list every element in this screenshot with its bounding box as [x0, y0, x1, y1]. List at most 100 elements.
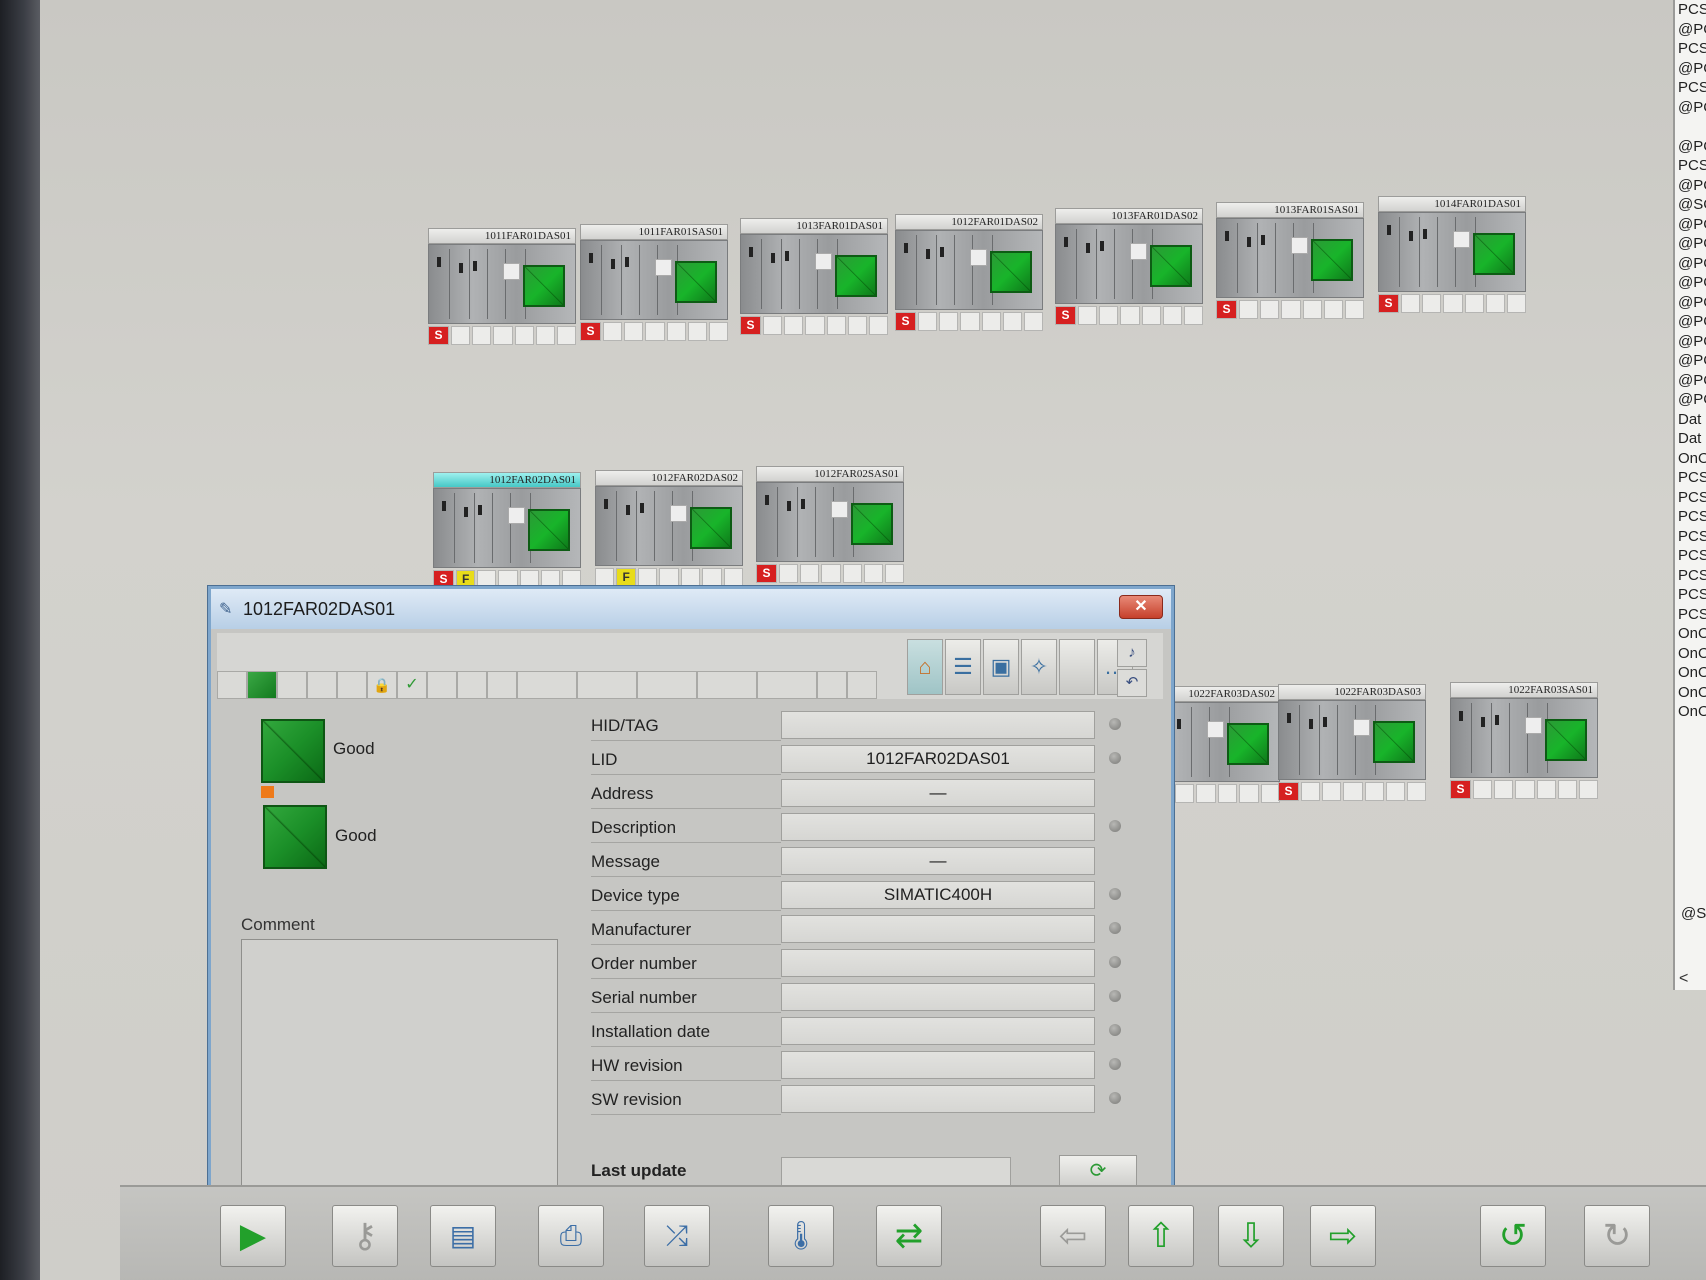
- status-cell: [939, 312, 959, 331]
- message-line: @PC: [1678, 215, 1706, 233]
- device-tile[interactable]: 1013FAR01DAS02 S: [1055, 208, 1203, 326]
- status-cell: [868, 316, 888, 335]
- property-row: LID 1012FAR02DAS01: [591, 741, 1151, 775]
- tile-status-row: S: [1216, 298, 1364, 320]
- message-line: OnO: [1678, 449, 1706, 467]
- status-good-icon: [247, 671, 277, 699]
- arrow-up-icon[interactable]: ⇧: [1128, 1205, 1194, 1267]
- property-row: Message —: [591, 843, 1151, 877]
- message-line: OnO: [1678, 664, 1706, 681]
- tile-status-row: F: [595, 566, 743, 588]
- status-cell: [337, 671, 367, 699]
- simulation-badge: S: [1278, 782, 1300, 801]
- device-tile[interactable]: 1011FAR01SAS01 S: [580, 224, 728, 342]
- message-line: @PC: [1678, 176, 1706, 194]
- undo-icon[interactable]: ↶: [1117, 669, 1147, 697]
- device-tile[interactable]: 1022FAR03SAS01 S: [1450, 682, 1598, 800]
- status-cell: [517, 671, 577, 699]
- warning-marker: [261, 786, 274, 798]
- arrow-down-icon[interactable]: ⇩: [1218, 1205, 1284, 1267]
- state-good-icon: [263, 805, 327, 869]
- device-view-icon[interactable]: ▣: [983, 639, 1019, 695]
- refresh-button[interactable]: ⟳: [1059, 1155, 1137, 1187]
- document-view-icon[interactable]: ☰: [945, 639, 981, 695]
- monitor-bezel: [0, 0, 40, 1280]
- forward-icon[interactable]: ↻: [1584, 1205, 1650, 1267]
- comment-field[interactable]: [241, 939, 558, 1191]
- property-key: Description: [591, 818, 781, 843]
- play-icon[interactable]: ▶: [220, 1205, 286, 1267]
- screen-switch-icon[interactable]: ⇄: [876, 1205, 942, 1267]
- status-cell: [1002, 312, 1022, 331]
- mute-icon[interactable]: ♪: [1117, 639, 1147, 667]
- status-cell: [1515, 780, 1535, 799]
- thermometer-icon[interactable]: 🌡: [768, 1205, 834, 1267]
- message-line: @PC: [1678, 391, 1706, 408]
- message-line: @SC: [1678, 196, 1706, 213]
- device-tile[interactable]: 1012FAR02SAS01 S: [756, 466, 904, 584]
- status-cell: [472, 326, 492, 345]
- notepad-icon[interactable]: ▤: [430, 1205, 496, 1267]
- cpu-status-icon: [675, 261, 717, 303]
- status-cell: [666, 322, 686, 341]
- trend-icon[interactable]: ⤮: [644, 1205, 710, 1267]
- device-tile[interactable]: 1012FAR01DAS02 S: [895, 214, 1043, 332]
- status-cell: [1120, 306, 1140, 325]
- tile-status-row: S: [1450, 778, 1598, 800]
- status-cell: [884, 564, 904, 583]
- state-label: Good: [333, 739, 375, 758]
- message-line: @PC: [1678, 371, 1706, 389]
- device-tile-label: 1012FAR01DAS02: [895, 214, 1043, 230]
- status-cell: [723, 568, 743, 587]
- status-cell: [493, 326, 513, 345]
- message-line: @PC: [1678, 313, 1706, 330]
- empty-view-button[interactable]: [1059, 639, 1095, 695]
- key-icon[interactable]: ⚷: [332, 1205, 398, 1267]
- maintenance-tool-icon[interactable]: ✧: [1021, 639, 1057, 695]
- dialog-titlebar[interactable]: ✎ 1012FAR02DAS01 ✕: [211, 589, 1171, 629]
- rack-image: [1450, 698, 1598, 778]
- property-key: HID/TAG: [591, 716, 781, 741]
- print-icon[interactable]: ⎙: [538, 1205, 604, 1267]
- property-row: Order number: [591, 945, 1151, 979]
- device-tile[interactable]: 1013FAR01DAS01 S: [740, 218, 888, 336]
- status-cell: [1239, 300, 1259, 319]
- status-cell: [1174, 784, 1195, 803]
- simulation-badge: S: [1055, 306, 1077, 325]
- status-cell: [1023, 312, 1043, 331]
- property-row: Installation date: [591, 1013, 1151, 1047]
- status-cell: [1464, 294, 1484, 313]
- device-tile[interactable]: 1011FAR01DAS01 S: [428, 228, 576, 346]
- message-line: @PC: [1678, 98, 1706, 116]
- status-cell: [451, 326, 471, 345]
- property-value: [781, 949, 1095, 977]
- home-view-icon[interactable]: ⌂: [907, 639, 943, 695]
- device-tile[interactable]: 1012FAR02DAS01 S F: [433, 472, 581, 590]
- rack-image: [1216, 218, 1364, 298]
- device-tile[interactable]: 1012FAR02DAS02 F: [595, 470, 743, 588]
- status-cell: [821, 564, 841, 583]
- rack-image: [580, 240, 728, 320]
- pin-icon[interactable]: ✎: [219, 599, 232, 619]
- property-key: HW revision: [591, 1056, 781, 1081]
- scroll-left-button[interactable]: <: [1679, 970, 1688, 988]
- message-line: OnO: [1678, 625, 1706, 642]
- device-tile-label: 1013FAR01DAS02: [1055, 208, 1203, 224]
- arrow-left-icon[interactable]: ⇦: [1040, 1205, 1106, 1267]
- message-line: @PC: [1678, 293, 1706, 311]
- message-line: PCS: [1678, 586, 1706, 603]
- status-cell: [708, 322, 728, 341]
- faceplate-dialog: ✎ 1012FAR02DAS01 ✕ 🔒 ✓ ⌂ ☰ ▣ ✧ … ♪ ↶ Goo…: [208, 586, 1174, 1212]
- back-icon[interactable]: ↺: [1480, 1205, 1546, 1267]
- device-tile[interactable]: 1022FAR03DAS03 S: [1278, 684, 1426, 802]
- close-button[interactable]: ✕: [1119, 595, 1163, 619]
- arrow-right-icon[interactable]: ⇨: [1310, 1205, 1376, 1267]
- status-dot-icon: [1109, 718, 1121, 730]
- status-cell: [697, 671, 757, 699]
- status-cell: [784, 316, 804, 335]
- property-value: [781, 1051, 1095, 1079]
- status-cell: [763, 316, 783, 335]
- device-tile[interactable]: 1013FAR01SAS01 S: [1216, 202, 1364, 320]
- device-tile[interactable]: 1014FAR01DAS01 S: [1378, 196, 1526, 314]
- state-good-icon: [261, 719, 325, 783]
